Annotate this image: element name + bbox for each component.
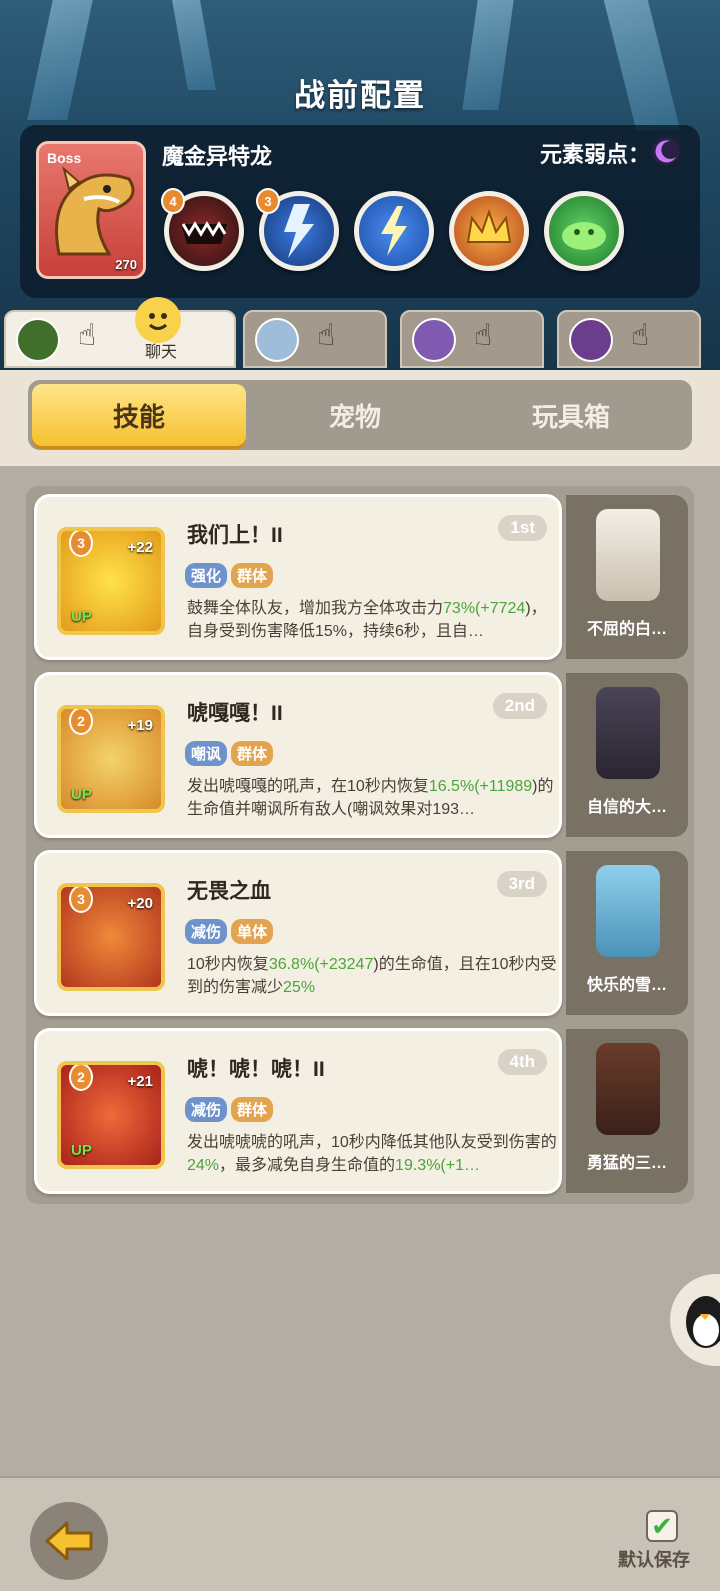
pet-slot[interactable]: 自信的大… [566, 673, 688, 837]
pet-slot[interactable]: 勇猛的三… [566, 1029, 688, 1193]
hero-avatar [569, 318, 613, 362]
skill-tag: 单体 [231, 919, 274, 944]
triceratops-pet-icon [596, 1043, 660, 1135]
fanged-mouth-icon[interactable]: 4 [161, 188, 244, 271]
dark-goat-pet-icon [596, 687, 660, 779]
skill-tag: 嘲讽 [185, 741, 228, 766]
skill-description: 发出唬嘎嘎的吼声，在10秒内恢复16.5%(+11989)的生命值并嘲讽所有敌人… [187, 778, 554, 818]
pet-name: 勇猛的三… [586, 1155, 667, 1172]
rank-badge: 1st [498, 515, 547, 541]
skill-tag: 减伤 [185, 1097, 228, 1122]
pointing-hand-icon: ☝ [631, 319, 650, 352]
hero-tab-3[interactable]: ☝ [400, 310, 544, 368]
snow-creature-pet-icon [596, 865, 660, 957]
default-save-label: 默认保存 [618, 1550, 690, 1570]
battle-scene-background: 战前配置 Boss 270 魔金异特龙 元素弱点： 4 3 ☝ ☝ ☝ ☝ [0, 0, 720, 372]
skill-title: 唬嘎嘎！II [187, 702, 283, 725]
white-goat-pet-icon [596, 509, 660, 601]
skill-level-badge: 2 [69, 709, 93, 735]
boss-name: 魔金异特龙 [162, 144, 273, 169]
skill-tags: 嘲讽 群体 [185, 741, 274, 766]
weakness-label: 元素弱点： [539, 142, 650, 167]
boss-info-panel: Boss 270 魔金异特龙 元素弱点： 4 3 [20, 125, 700, 298]
chat-button[interactable] [135, 296, 207, 344]
skill-tag: 群体 [231, 563, 274, 588]
boss-portrait[interactable]: Boss 270 [36, 141, 146, 279]
shout-hero-skill-icon: 2 +21 UP [57, 1061, 165, 1169]
boss-tag: Boss [47, 150, 82, 166]
bottom-bar: ✔ 默认保存 [0, 1476, 720, 1591]
pointing-hand-icon: ☝ [78, 319, 97, 352]
tab-bar: 技能 宠物 玩具箱 [28, 380, 692, 450]
skill-title: 我们上！II [187, 524, 283, 547]
skill-plus-level: +22 [127, 539, 153, 556]
skill-level-badge: 3 [69, 887, 93, 913]
boss-level: 270 [115, 257, 137, 272]
hero-avatar [412, 318, 456, 362]
lightning-strike-icon[interactable]: 3 [256, 188, 339, 271]
skill-list: 3 +22 UP 我们上！II 1st 强化 群体 鼓舞全体队友，增加我方全体攻… [26, 486, 694, 1204]
skill-card[interactable]: 2 +19 UP 唬嘎嘎！II 2nd 嘲讽 群体 发出唬嘎嘎的吼声，在10秒内… [34, 672, 562, 838]
skill-description: 发出唬唬唬的吼声，10秒内降低其他队友受到伤害的24%，最多减免自身生命值的19… [187, 1134, 557, 1174]
rally-skill-icon: 3 +22 UP [57, 527, 165, 635]
hero-avatar [255, 318, 299, 362]
rank-badge: 4th [497, 1049, 547, 1075]
skill-tag: 群体 [231, 1097, 274, 1122]
skill-description: 10秒内恢复36.8%(+23247)的生命值，且在10秒内受到的伤害减少25% [187, 956, 557, 996]
skill-plus-level: +19 [127, 717, 153, 734]
rank-badge: 2nd [492, 693, 547, 719]
roar-hero-skill-icon: 2 +19 UP [57, 705, 165, 813]
skill-tag: 减伤 [185, 919, 228, 944]
back-arrow-icon [45, 1521, 93, 1561]
skill-plus-level: +20 [127, 895, 153, 912]
hero-avatar [16, 318, 60, 362]
skill-tags: 强化 群体 [185, 563, 274, 588]
skill-level-badge: 3 [69, 531, 93, 557]
blood-drop-skill-icon: 3 +20 [57, 883, 165, 991]
skill-plus-level: +21 [127, 1073, 153, 1090]
skill-tag: 强化 [185, 563, 228, 588]
main-panel: 技能 宠物 玩具箱 3 +22 UP 我们上！II 1st 强化 群体 鼓舞全体… [0, 370, 720, 1475]
skill-level-badge: 4 [161, 188, 185, 214]
tab-skills[interactable]: 技能 [32, 384, 246, 446]
tab-pets[interactable]: 宠物 [248, 384, 462, 446]
skill-card[interactable]: 3 +20 无畏之血 3rd 减伤 单体 10秒内恢复36.8%(+23247)… [34, 850, 562, 1016]
upgrade-indicator: UP [71, 608, 92, 625]
skill-description: 鼓舞全体队友，增加我方全体攻击力73%(+7724)，自身受到伤害降低15%，持… [187, 600, 547, 640]
smiley-face-icon [135, 297, 181, 343]
golden-crown-icon[interactable] [449, 191, 529, 271]
pointing-hand-icon: ☝ [474, 319, 493, 352]
moon-icon [652, 137, 680, 165]
upgrade-indicator: UP [71, 786, 92, 803]
skill-tags: 减伤 单体 [185, 919, 274, 944]
page-title: 战前配置 [294, 78, 426, 113]
pointing-hand-icon: ☝ [317, 319, 336, 352]
skill-title: 唬！唬！唬！II [187, 1058, 325, 1081]
lightning-bolt-icon[interactable] [354, 191, 434, 271]
skill-tag: 群体 [231, 741, 274, 766]
pet-name: 自信的大… [586, 799, 667, 816]
chat-label: 聊天 [145, 344, 178, 361]
green-slime-icon[interactable] [544, 191, 624, 271]
pet-slot[interactable]: 不屈的白… [566, 495, 688, 659]
skill-level-badge: 3 [256, 188, 280, 214]
hero-tab-4[interactable]: ☝ [557, 310, 701, 368]
pet-name: 快乐的雪… [586, 977, 667, 994]
back-button[interactable] [30, 1502, 108, 1580]
skill-title: 无畏之血 [187, 880, 271, 903]
tab-toybox[interactable]: 玩具箱 [464, 384, 678, 446]
pet-slot[interactable]: 快乐的雪… [566, 851, 688, 1015]
upgrade-indicator: UP [71, 1142, 92, 1159]
skill-card[interactable]: 2 +21 UP 唬！唬！唬！II 4th 减伤 群体 发出唬唬唬的吼声，10秒… [34, 1028, 562, 1194]
pet-name: 不屈的白… [586, 621, 667, 638]
tab-bar-wrapper: 技能 宠物 玩具箱 [0, 370, 720, 466]
skill-level-badge: 2 [69, 1065, 93, 1091]
rank-badge: 3rd [496, 871, 547, 897]
hero-tab-2[interactable]: ☝ [243, 310, 387, 368]
default-save-checkbox[interactable]: ✔ [646, 1510, 678, 1542]
skill-tags: 减伤 群体 [185, 1097, 274, 1122]
skill-card[interactable]: 3 +22 UP 我们上！II 1st 强化 群体 鼓舞全体队友，增加我方全体攻… [34, 494, 562, 660]
checkmark-icon: ✔ [651, 1510, 673, 1541]
